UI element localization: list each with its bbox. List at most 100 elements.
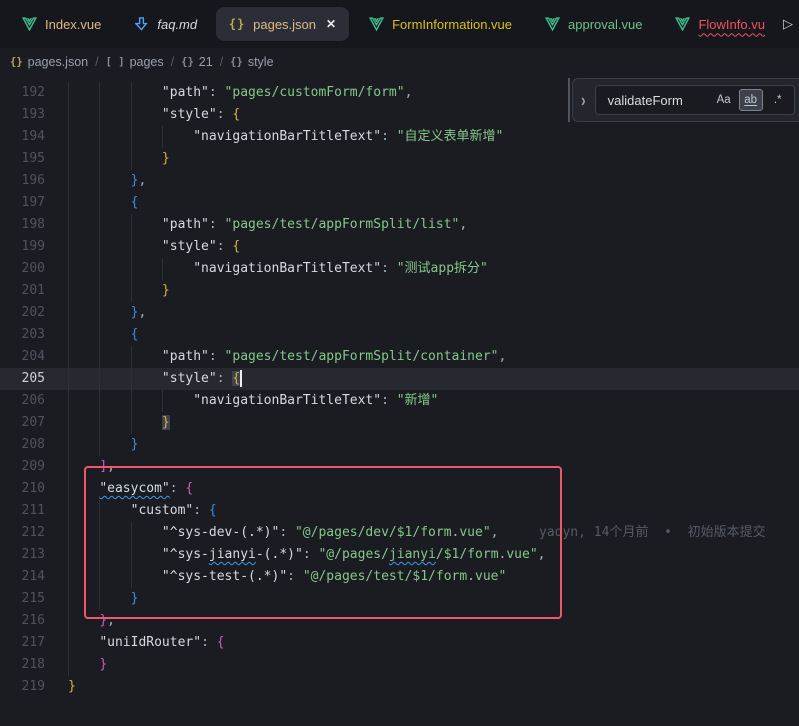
tab-index-vue[interactable]: Index.vue bbox=[8, 7, 114, 41]
code-content[interactable]: } bbox=[45, 148, 799, 170]
line-number[interactable]: 201 bbox=[0, 280, 45, 302]
code-content[interactable]: "style": { bbox=[45, 236, 799, 258]
code-line-202[interactable]: 202 }, bbox=[0, 302, 799, 324]
code-content[interactable]: } bbox=[45, 588, 799, 610]
line-number[interactable]: 197 bbox=[0, 192, 45, 214]
code-line-206[interactable]: 206 "navigationBarTitleText": "新增" bbox=[0, 390, 799, 412]
tab-overflow-icon[interactable]: ▷ bbox=[781, 16, 799, 32]
line-number[interactable]: 204 bbox=[0, 346, 45, 368]
line-number[interactable]: 208 bbox=[0, 434, 45, 456]
line-number[interactable]: 203 bbox=[0, 324, 45, 346]
code-line-207[interactable]: 207 } bbox=[0, 412, 799, 434]
find-input[interactable]: validateForm Aaab.* bbox=[595, 85, 795, 115]
line-number[interactable]: 210 bbox=[0, 478, 45, 500]
code-content[interactable]: } bbox=[45, 434, 799, 456]
code-line-211[interactable]: 211 "custom": { bbox=[0, 500, 799, 522]
code-content[interactable]: }, bbox=[45, 610, 799, 632]
breadcrumb-item-pages[interactable]: [ ]pages bbox=[106, 55, 164, 69]
code-content[interactable]: "^sys-test-(.*)": "@/pages/test/$1/form.… bbox=[45, 566, 799, 588]
code-line-199[interactable]: 199 "style": { bbox=[0, 236, 799, 258]
line-number[interactable]: 198 bbox=[0, 214, 45, 236]
toggle-replace-icon[interactable]: › bbox=[581, 90, 586, 111]
code-content[interactable]: "style": { bbox=[45, 368, 799, 390]
breadcrumb-item-style[interactable]: {}style bbox=[230, 55, 273, 69]
code-content[interactable]: ], bbox=[45, 456, 799, 478]
code-line-200[interactable]: 200 "navigationBarTitleText": "测试app拆分" bbox=[0, 258, 799, 280]
code-content[interactable]: "^sys-jianyi-(.*)": "@/pages/jianyi/$1/f… bbox=[45, 544, 799, 566]
code-content[interactable]: } bbox=[45, 676, 799, 698]
code-content[interactable]: }, bbox=[45, 302, 799, 324]
line-number[interactable]: 200 bbox=[0, 258, 45, 280]
line-number[interactable]: 209 bbox=[0, 456, 45, 478]
line-number[interactable]: 193 bbox=[0, 104, 45, 126]
line-number[interactable]: 207 bbox=[0, 412, 45, 434]
line-number[interactable]: 216 bbox=[0, 610, 45, 632]
code-content[interactable]: "navigationBarTitleText": "新增" bbox=[45, 390, 799, 412]
line-number[interactable]: 213 bbox=[0, 544, 45, 566]
line-number[interactable]: 206 bbox=[0, 390, 45, 412]
tab-pages-json[interactable]: {}pages.json✕ bbox=[216, 7, 349, 41]
line-number[interactable]: 212 bbox=[0, 522, 45, 544]
tab-approval-vue[interactable]: approval.vue bbox=[531, 7, 655, 41]
code-content[interactable]: "uniIdRouter": { bbox=[45, 632, 799, 654]
line-number[interactable]: 194 bbox=[0, 126, 45, 148]
code-content[interactable]: "easycom": { bbox=[45, 478, 799, 500]
match-case-button[interactable]: Aa bbox=[712, 89, 736, 111]
code-line-212[interactable]: 212 "^sys-dev-(.*)": "@/pages/dev/$1/for… bbox=[0, 522, 799, 544]
code-line-205[interactable]: 205 "style": { bbox=[0, 368, 799, 390]
breadcrumb-item-pages.json[interactable]: {}pages.json bbox=[10, 55, 88, 69]
line-number[interactable]: 214 bbox=[0, 566, 45, 588]
line-number[interactable]: 196 bbox=[0, 170, 45, 192]
code-line-195[interactable]: 195 } bbox=[0, 148, 799, 170]
line-number[interactable]: 199 bbox=[0, 236, 45, 258]
line-number[interactable]: 215 bbox=[0, 588, 45, 610]
regex-button[interactable]: .* bbox=[766, 89, 790, 111]
code-content[interactable]: "navigationBarTitleText": "自定义表单新增" bbox=[45, 126, 799, 148]
code-editor[interactable]: 192 "path": "pages/customForm/form",193 … bbox=[0, 75, 799, 726]
whole-word-button[interactable]: ab bbox=[739, 89, 763, 111]
code-line-194[interactable]: 194 "navigationBarTitleText": "自定义表单新增" bbox=[0, 126, 799, 148]
code-content[interactable]: "^sys-dev-(.*)": "@/pages/dev/$1/form.vu… bbox=[45, 522, 799, 544]
code-line-216[interactable]: 216 }, bbox=[0, 610, 799, 632]
code-line-209[interactable]: 209 ], bbox=[0, 456, 799, 478]
line-number[interactable]: 195 bbox=[0, 148, 45, 170]
tab-flowinfo-vu[interactable]: FlowInfo.vu bbox=[661, 7, 777, 41]
line-number[interactable]: 192 bbox=[0, 82, 45, 104]
code-content[interactable]: "path": "pages/test/appFormSplit/list", bbox=[45, 214, 799, 236]
line-number[interactable]: 219 bbox=[0, 676, 45, 698]
line-number[interactable]: 211 bbox=[0, 500, 45, 522]
code-content[interactable]: { bbox=[45, 192, 799, 214]
code-content[interactable]: { bbox=[45, 324, 799, 346]
code-content[interactable]: } bbox=[45, 412, 799, 434]
line-number[interactable]: 202 bbox=[0, 302, 45, 324]
code-content[interactable]: } bbox=[45, 654, 799, 676]
code-content[interactable]: }, bbox=[45, 170, 799, 192]
tab-faq-md[interactable]: faq.md bbox=[120, 7, 210, 41]
code-line-218[interactable]: 218 } bbox=[0, 654, 799, 676]
breadcrumb-item-21[interactable]: {}21 bbox=[181, 55, 213, 69]
code-line-204[interactable]: 204 "path": "pages/test/appFormSplit/con… bbox=[0, 346, 799, 368]
code-line-197[interactable]: 197 { bbox=[0, 192, 799, 214]
code-line-217[interactable]: 217 "uniIdRouter": { bbox=[0, 632, 799, 654]
code-line-219[interactable]: 219} bbox=[0, 676, 799, 698]
code-content[interactable]: "custom": { bbox=[45, 500, 799, 522]
code-line-215[interactable]: 215 } bbox=[0, 588, 799, 610]
code-content[interactable]: } bbox=[45, 280, 799, 302]
tab-forminformation-vue[interactable]: FormInformation.vue bbox=[355, 7, 525, 41]
code-line-201[interactable]: 201 } bbox=[0, 280, 799, 302]
code-line-198[interactable]: 198 "path": "pages/test/appFormSplit/lis… bbox=[0, 214, 799, 236]
line-number[interactable]: 217 bbox=[0, 632, 45, 654]
line-number[interactable]: 205 bbox=[0, 368, 45, 390]
code-content[interactable]: "path": "pages/test/appFormSplit/contain… bbox=[45, 346, 799, 368]
line-number[interactable]: 218 bbox=[0, 654, 45, 676]
code-content[interactable]: "navigationBarTitleText": "测试app拆分" bbox=[45, 258, 799, 280]
code-line-203[interactable]: 203 { bbox=[0, 324, 799, 346]
code-line-214[interactable]: 214 "^sys-test-(.*)": "@/pages/test/$1/f… bbox=[0, 566, 799, 588]
close-icon[interactable]: ✕ bbox=[326, 17, 336, 31]
code-line-213[interactable]: 213 "^sys-jianyi-(.*)": "@/pages/jianyi/… bbox=[0, 544, 799, 566]
code-line-210[interactable]: 210 "easycom": { bbox=[0, 478, 799, 500]
code-line-208[interactable]: 208 } bbox=[0, 434, 799, 456]
find-widget-sash[interactable] bbox=[568, 78, 570, 122]
code-line-196[interactable]: 196 }, bbox=[0, 170, 799, 192]
find-query-text[interactable]: validateForm bbox=[608, 93, 708, 108]
